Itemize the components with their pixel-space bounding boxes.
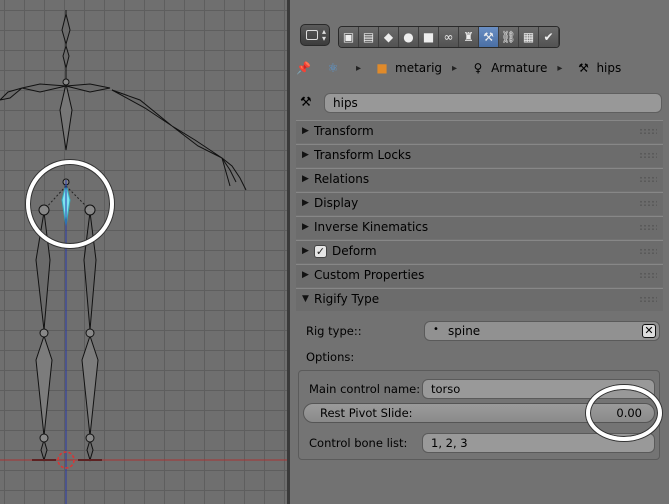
scene-tab[interactable]: ◆	[379, 27, 399, 47]
triangle-right-icon: ▶	[302, 150, 309, 160]
drag-grip-icon[interactable]	[639, 248, 657, 255]
armature-icon: ♜	[463, 30, 474, 44]
triangle-right-icon: ▶	[302, 270, 309, 280]
clear-x-icon[interactable]: ✕	[642, 324, 656, 338]
triangle-right-icon: ▶	[302, 198, 309, 208]
bone-forearm-r	[171, 125, 223, 159]
texture-tab[interactable]: ▦	[519, 27, 539, 47]
scene-icon: ◆	[383, 30, 394, 44]
drag-grip-icon[interactable]	[639, 176, 657, 183]
texture-checker-icon: ▦	[522, 30, 535, 44]
triangle-right-icon: ▶	[302, 246, 309, 256]
panel-label: Relations	[314, 172, 370, 186]
bone-foot-l	[40, 438, 48, 462]
rest-pivot-label: Rest Pivot Slide:	[320, 406, 413, 420]
triangle-right-icon: ▶	[302, 174, 309, 184]
bone-upper-arm-r	[111, 89, 173, 127]
drag-grip-icon[interactable]	[639, 272, 657, 279]
annotation-circle-value	[586, 385, 662, 441]
breadcrumb-bone: hips	[596, 61, 622, 75]
panel-transform-locks[interactable]: ▶ Transform Locks	[296, 144, 663, 167]
editor-type-button[interactable]: ▴ ▾	[300, 24, 330, 46]
3d-viewport[interactable]	[0, 0, 287, 504]
object-cube-icon: ■	[422, 30, 435, 44]
object-tab[interactable]: ■	[419, 27, 439, 47]
options-label: Options:	[306, 350, 355, 364]
panel-label: Rigify Type	[314, 292, 380, 306]
rig-type-value: spine	[448, 324, 481, 338]
drag-grip-icon[interactable]	[639, 128, 657, 135]
annotation-circle-hips	[26, 160, 114, 248]
panel-label: Transform	[314, 124, 374, 138]
link-icon: ∞	[443, 30, 454, 44]
panel-deform[interactable]: ▶ ✓ Deform	[296, 240, 663, 263]
bone-constraints-tab[interactable]: ⛓	[499, 27, 519, 47]
bone-head	[61, 13, 71, 46]
scene-icon: ⚛	[327, 61, 339, 75]
constraints-tab[interactable]: ∞	[439, 27, 459, 47]
rig-type-label: Rig type::	[306, 324, 362, 338]
panel-label: Inverse Kinematics	[314, 220, 429, 234]
physics-tab[interactable]: ✔	[539, 27, 559, 47]
render-layers-tab[interactable]: ▤	[359, 27, 379, 47]
drag-grip-icon[interactable]	[639, 224, 657, 231]
drag-grip-icon[interactable]	[639, 200, 657, 207]
breadcrumb-armature: Armature	[491, 61, 548, 75]
layers-icon: ▤	[362, 30, 375, 44]
panel-relations[interactable]: ▶ Relations	[296, 168, 663, 191]
bone-icon: ⚒	[483, 30, 494, 44]
drag-grip-icon[interactable]	[639, 152, 657, 159]
panel-label: Deform	[332, 244, 377, 258]
bone-icon: ⚒	[300, 95, 312, 110]
bone-shin-r	[81, 334, 99, 437]
armature-rig-drawing[interactable]	[0, 0, 287, 504]
world-tab[interactable]: ●	[399, 27, 419, 47]
triangle-down-icon: ▼	[302, 294, 309, 304]
panel-label: Transform Locks	[314, 148, 412, 162]
panel-custom-properties[interactable]: ▶ Custom Properties	[296, 264, 663, 287]
world-icon: ●	[403, 30, 414, 44]
physics-icon: ✔	[543, 30, 554, 44]
panel-display[interactable]: ▶ Display	[296, 192, 663, 215]
bone-name-field[interactable]: hips	[324, 93, 662, 113]
properties-editor: ▴ ▾ ▣ ▤ ◆ ● ■ ∞ ♜ ⚒ ⛓ ▦ ✔ 📌 ⚛ ▸ ■ metarig ▸ ♀ Armatur…	[290, 0, 669, 504]
panel-label: Custom Properties	[314, 268, 425, 282]
render-tab[interactable]: ▣	[339, 27, 359, 47]
bone-shoulder-r	[65, 83, 111, 93]
panel-label: Display	[314, 196, 359, 210]
drag-grip-icon[interactable]	[639, 296, 657, 303]
rig-type-field[interactable]: • spine ✕	[424, 321, 660, 341]
bone-constraint-icon: ⛓	[500, 30, 517, 44]
blender-window: ▴ ▾ ▣ ▤ ◆ ● ■ ∞ ♜ ⚒ ⛓ ▦ ✔ 📌 ⚛ ▸ ■ metarig ▸ ♀ Armatur…	[0, 0, 669, 504]
panel-rigify-type[interactable]: ▼ Rigify Type	[296, 288, 663, 311]
bone-icon: ⚒	[578, 61, 589, 75]
properties-editor-icon	[306, 30, 318, 40]
bone-chest	[59, 83, 73, 151]
panel-transform[interactable]: ▶ Transform	[296, 120, 663, 143]
pin-icon[interactable]: 📌	[296, 61, 311, 75]
bone-upper-arm-l	[0, 87, 23, 101]
breadcrumb: 📌 ⚛ ▸ ■ metarig ▸ ♀ Armature ▸ ⚒ hips	[296, 61, 622, 75]
bone-shoulder-l	[21, 83, 67, 93]
triangle-right-icon: ▶	[302, 222, 309, 232]
main-control-label: Main control name:	[309, 382, 421, 396]
control-bone-label: Control bone list:	[309, 436, 408, 450]
deform-checkbox[interactable]: ✓	[314, 245, 327, 258]
context-tabs: ▣ ▤ ◆ ● ■ ∞ ♜ ⚒ ⛓ ▦ ✔	[338, 26, 560, 48]
triangle-right-icon: ▶	[302, 126, 309, 136]
armature-icon: ♀	[473, 61, 483, 75]
bone-tab[interactable]: ⚒	[479, 27, 499, 47]
breadcrumb-object: metarig	[395, 61, 443, 75]
bone-foot-r	[86, 438, 94, 462]
bone-name-row: ⚒ hips	[296, 92, 662, 114]
bone-shin-l	[35, 334, 53, 437]
object-cube-icon: ■	[376, 61, 388, 75]
bone-neck	[62, 44, 70, 69]
armature-tab[interactable]: ♜	[459, 27, 479, 47]
camera-icon: ▣	[342, 30, 355, 44]
bullet-icon: •	[433, 324, 439, 335]
panel-inverse-kinematics[interactable]: ▶ Inverse Kinematics	[296, 216, 663, 239]
